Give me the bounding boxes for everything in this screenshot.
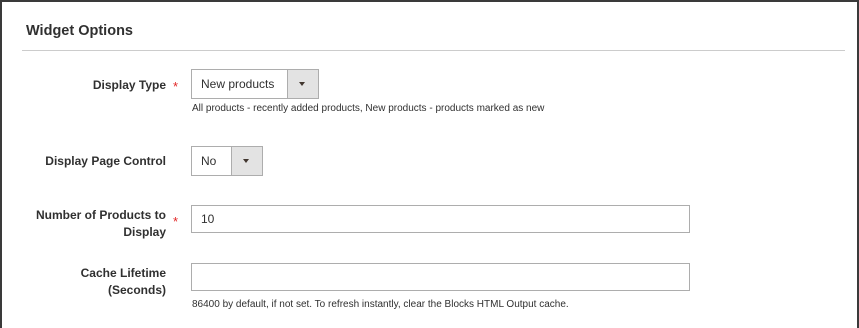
display-type-note: All products - recently added products, … bbox=[192, 103, 545, 114]
chevron-down-icon bbox=[299, 82, 305, 86]
section-title: Widget Options bbox=[26, 23, 133, 39]
number-of-products-label-line2: Display bbox=[123, 225, 166, 239]
display-type-dropdown-button[interactable] bbox=[287, 70, 318, 98]
display-type-select[interactable]: New products bbox=[191, 69, 319, 99]
display-type-required-mark: * bbox=[173, 79, 179, 94]
widget-options-panel: Widget Options Display Type * New produc… bbox=[0, 0, 859, 328]
display-page-control-value: No bbox=[201, 154, 217, 168]
cache-lifetime-label-line2: (Seconds) bbox=[107, 283, 166, 297]
display-page-control-label: Display Page Control bbox=[45, 154, 166, 168]
cache-lifetime-label: Cache Lifetime (Seconds) bbox=[6, 265, 166, 299]
number-of-products-label-line1: Number of Products to bbox=[35, 208, 166, 222]
number-of-products-input[interactable] bbox=[191, 205, 690, 233]
number-of-products-required-mark: * bbox=[173, 214, 179, 229]
display-type-value: New products bbox=[201, 77, 275, 91]
number-of-products-label: Number of Products to Display bbox=[6, 207, 166, 241]
cache-lifetime-note: 86400 by default, if not set. To refresh… bbox=[192, 299, 569, 310]
cache-lifetime-input[interactable] bbox=[191, 263, 690, 291]
display-page-control-select[interactable]: No bbox=[191, 146, 263, 176]
cache-lifetime-label-line1: Cache Lifetime bbox=[80, 266, 166, 280]
section-divider bbox=[22, 50, 845, 51]
display-page-control-dropdown-button[interactable] bbox=[231, 147, 262, 175]
display-type-label: Display Type bbox=[92, 78, 166, 92]
chevron-down-icon bbox=[243, 159, 249, 163]
